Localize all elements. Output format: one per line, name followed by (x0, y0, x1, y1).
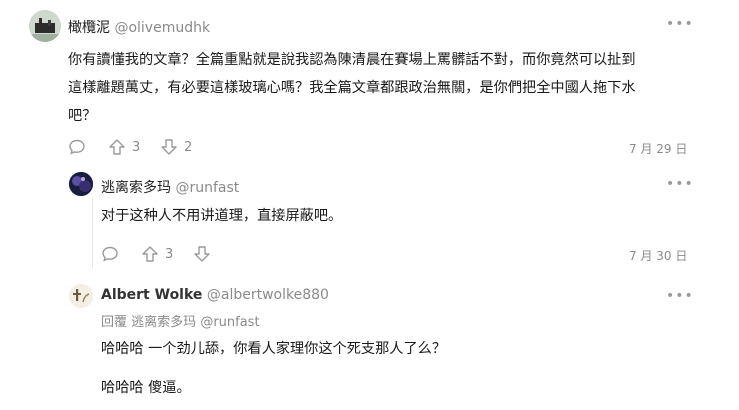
arrow-down-icon (194, 246, 210, 262)
comment-author[interactable]: 橄欖泥 @olivemudhk (68, 17, 210, 37)
more-options-icon[interactable]: ••• (666, 177, 693, 193)
downvote-count: 2 (184, 139, 193, 155)
avatar-albertwolke[interactable] (69, 284, 93, 308)
more-options-icon[interactable]: ••• (666, 289, 693, 305)
comment-author[interactable]: 逃离索多玛 @runfast (101, 177, 239, 197)
arrow-down-icon (161, 139, 177, 155)
upvote-button[interactable]: 3 (141, 245, 173, 263)
author-handle[interactable]: @olivemudhk (114, 20, 210, 36)
more-options-icon[interactable]: ••• (666, 17, 693, 33)
arrow-up-icon (109, 139, 125, 155)
comment-body-line: 哈哈哈 一个劲儿舔，你看人家理你这个死支那人了么？ (101, 341, 447, 357)
comment-body: 对于这种人不用讲道理，直接屏蔽吧。 (101, 208, 343, 224)
reply-button[interactable] (101, 245, 119, 263)
thread-line (92, 198, 93, 268)
comment-date[interactable]: 7 月 29 日 (629, 140, 687, 157)
arrow-up-icon (142, 246, 158, 262)
author-name[interactable]: Albert Wolke (101, 287, 202, 303)
comment-line: 這樣離題萬丈，有必要這樣玻璃心嗎？我全篇文章都跟政治無關，是你們把全中國人拖下水 (68, 80, 636, 96)
comment-author[interactable]: Albert Wolke @albertwolke880 (101, 287, 329, 303)
comment-bubble-icon (102, 246, 118, 262)
author-name[interactable]: 橄欖泥 (68, 20, 110, 36)
author-handle[interactable]: @albertwolke880 (207, 287, 329, 303)
comment-line: 你有讀懂我的文章？全篇重點就是說我認為陳清晨在賽場上罵髒話不對，而你竟然可以扯到 (68, 52, 636, 68)
avatar-runfast[interactable] (69, 172, 93, 196)
upvote-button[interactable]: 3 (108, 138, 140, 156)
downvote-button[interactable] (193, 245, 211, 263)
comment-body-line: 哈哈哈 傻逼。 (101, 380, 191, 396)
author-name[interactable]: 逃离索多玛 (101, 180, 171, 196)
author-handle[interactable]: @runfast (175, 180, 239, 196)
downvote-button[interactable]: 2 (160, 138, 192, 156)
comment-line: 吧？ (68, 108, 97, 124)
comment-bubble-icon (69, 139, 85, 155)
comment-body: 你有讀懂我的文章？全篇重點就是說我認為陳清晨在賽場上罵髒話不對，而你竟然可以扯到… (68, 46, 708, 130)
comment-date[interactable]: 7 月 30 日 (629, 247, 687, 264)
reply-button[interactable] (68, 138, 86, 156)
reply-reference[interactable]: 回覆 逃离索多玛 @runfast (101, 311, 260, 330)
reply-to-handle[interactable]: @runfast (200, 315, 259, 330)
upvote-count: 3 (165, 246, 174, 262)
reply-prefix: 回覆 (101, 315, 128, 330)
avatar-olivemudhk[interactable] (29, 10, 61, 42)
upvote-count: 3 (132, 139, 141, 155)
reply-to-name[interactable]: 逃离索多玛 (131, 315, 196, 330)
